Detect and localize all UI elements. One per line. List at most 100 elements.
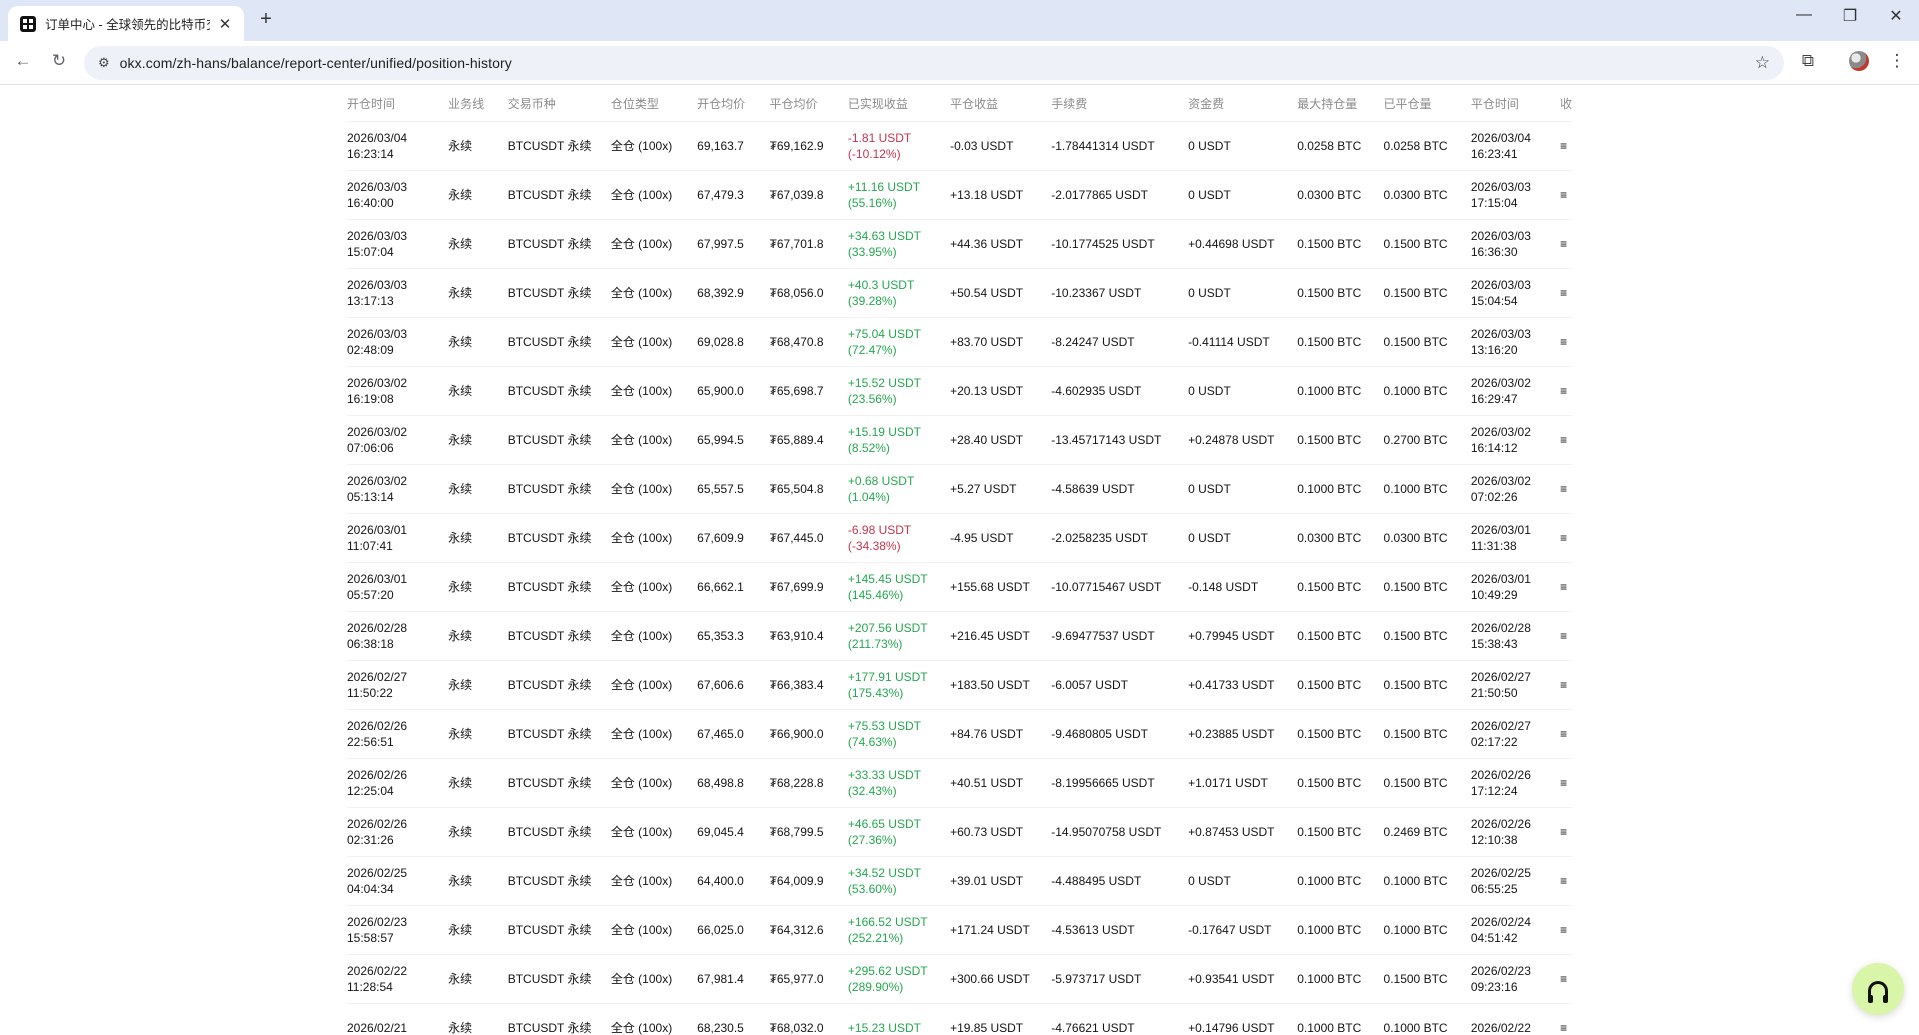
minimize-window-icon[interactable]: — xyxy=(1781,6,1827,24)
profile-avatar[interactable] xyxy=(1849,51,1869,71)
instrument-cell-text: BTCUSDT 永续 xyxy=(507,678,592,692)
fee-cell-text: -14.95070758 USDT xyxy=(1051,825,1162,839)
max-position-cell: 0.1500 BTC xyxy=(1297,236,1383,252)
tab-close-icon[interactable]: ✕ xyxy=(216,15,234,33)
close-time-cell: 2026/02/25 06:55:25 xyxy=(1471,865,1560,897)
close-pnl-cell-text: +28.40 USDT xyxy=(950,433,1024,447)
max-position-cell-text: 0.1500 BTC xyxy=(1297,727,1362,741)
close-pnl-cell-text: +83.70 USDT xyxy=(950,335,1024,349)
close-avg-price-cell: ₮68,470.8 xyxy=(770,334,848,350)
max-position-cell-text: 0.1000 BTC xyxy=(1297,923,1362,937)
close-time-cell: 2026/02/28 15:38:43 xyxy=(1471,620,1560,652)
new-tab-button[interactable]: + xyxy=(254,8,278,31)
fee-cell-text: -4.602935 USDT xyxy=(1051,384,1142,398)
funding-fee-cell: 0 USDT xyxy=(1188,138,1297,154)
close-pnl-cell: +84.76 USDT xyxy=(950,726,1051,742)
business-line-cell: 永续 xyxy=(448,530,508,546)
business-line-cell: 永续 xyxy=(448,873,508,889)
open-avg-price-cell: 65,557.5 xyxy=(697,481,769,497)
close-avg-price-cell: ₮66,383.4 xyxy=(770,677,848,693)
max-position-cell: 0.1500 BTC xyxy=(1297,285,1383,301)
business-line-cell: 永续 xyxy=(448,628,508,644)
fee-cell-text: -4.53613 USDT xyxy=(1051,923,1135,937)
max-position-cell-text: 0.1000 BTC xyxy=(1297,482,1362,496)
table-row[interactable]: 2026/02/22 11:28:54 永续 BTCUSDT 永续 全仓 (100x) 6… xyxy=(347,955,1572,1004)
margin-mode-cell: 全仓 (100x) xyxy=(611,530,697,546)
table-row[interactable]: 2026/03/01 11:07:41 永续 BTCUSDT 永续 全仓 (100x) 6… xyxy=(347,514,1572,563)
realized-pnl-cell: +166.52 USDT (252.21%) xyxy=(848,914,950,946)
business-line-cell: 永续 xyxy=(448,922,508,938)
browser-menu-icon[interactable]: ⋮ xyxy=(1885,51,1909,71)
close-time-cell-text: 2026/02/24 xyxy=(1470,915,1531,929)
realized-pnl-cell-text: (53.60%) xyxy=(847,882,897,896)
margin-mode-cell: 全仓 (100x) xyxy=(611,677,697,693)
back-arrow-icon[interactable]: ← xyxy=(11,51,35,71)
fee-cell-text: -6.0057 USDT xyxy=(1051,678,1128,692)
restore-window-icon[interactable]: ❐ xyxy=(1827,6,1873,26)
instrument-cell: BTCUSDT 永续 xyxy=(508,775,611,791)
funding-fee-cell-text: 0 USDT xyxy=(1188,482,1231,496)
extensions-icon[interactable]: ⧉ xyxy=(1796,51,1820,71)
table-row[interactable]: 2026/02/25 04:04:34 永续 BTCUSDT 永续 全仓 (100x) 6… xyxy=(347,857,1572,906)
business-line-cell-text: 永续 xyxy=(448,433,473,447)
reload-icon[interactable]: ↻ xyxy=(47,51,71,71)
business-line-cell-text: 永续 xyxy=(448,531,473,545)
close-time-cell-text: 2026/03/02 xyxy=(1470,376,1531,390)
table-row[interactable]: 2026/03/03 15:07:04 永续 BTCUSDT 永续 全仓 (100x) 6… xyxy=(347,220,1572,269)
table-row[interactable]: 2026/02/23 15:58:57 永续 BTCUSDT 永续 全仓 (100x) 6… xyxy=(347,906,1572,955)
table-row[interactable]: 2026/03/02 05:13:14 永续 BTCUSDT 永续 全仓 (100x) 6… xyxy=(347,465,1572,514)
realized-pnl-cell-text: (23.56%) xyxy=(847,392,897,406)
open-time-cell-text: 06:38:18 xyxy=(347,637,394,651)
browser-tab-strip: 订单中心 - 全球领先的比特币交易平台 ✕ + — ❐ ✕ xyxy=(0,0,1919,41)
column-header: 资金费 xyxy=(1188,97,1225,111)
funding-fee-cell-text: +0.41733 USDT xyxy=(1188,678,1275,692)
open-time-cell: 2026/02/27 11:50:22 xyxy=(347,669,448,701)
funding-fee-cell-text: +0.23885 USDT xyxy=(1188,727,1275,741)
table-row[interactable]: 2026/03/02 07:06:06 永续 BTCUSDT 永续 全仓 (100x) 6… xyxy=(347,416,1572,465)
table-row[interactable]: 2026/02/26 12:25:04 永续 BTCUSDT 永续 全仓 (100x) 6… xyxy=(347,759,1572,808)
max-position-cell-text: 0.1500 BTC xyxy=(1297,433,1362,447)
table-row[interactable]: 2026/02/26 02:31:26 永续 BTCUSDT 永续 全仓 (100x) 6… xyxy=(347,808,1572,857)
open-avg-price-cell: 69,045.4 xyxy=(697,824,769,840)
more-cell-text: ≡ xyxy=(1560,384,1568,398)
business-line-cell: 永续 xyxy=(448,236,508,252)
table-row[interactable]: 2026/02/28 06:38:18 永续 BTCUSDT 永续 全仓 (100x) 6… xyxy=(347,612,1572,661)
open-time-cell-text: 2026/02/26 xyxy=(347,719,408,733)
customer-support-button[interactable] xyxy=(1852,963,1904,1015)
close-avg-price-cell: ₮67,445.0 xyxy=(770,530,848,546)
close-window-icon[interactable]: ✕ xyxy=(1873,6,1919,26)
open-time-cell-text: 2026/02/26 xyxy=(347,768,408,782)
open-time-cell-text: 2026/03/02 xyxy=(347,425,408,439)
closed-amount-cell-text: 0.1500 BTC xyxy=(1383,678,1448,692)
browser-tab-active[interactable]: 订单中心 - 全球领先的比特币交易平台 ✕ xyxy=(8,6,244,41)
table-row[interactable]: 2026/02/27 11:50:22 永续 BTCUSDT 永续 全仓 (100x) 6… xyxy=(347,661,1572,710)
table-row[interactable]: 2026/02/21 永续 BTCUSDT 永续 全仓 (100x) 68,230.5 ₮… xyxy=(347,1004,1572,1035)
realized-pnl-cell-text: +75.04 USDT xyxy=(847,327,921,341)
table-row[interactable]: 2026/03/03 13:17:13 永续 BTCUSDT 永续 全仓 (100x) 6… xyxy=(347,269,1572,318)
open-avg-price-cell-text: 66,662.1 xyxy=(697,580,744,594)
table-row[interactable]: 2026/03/02 16:19:08 永续 BTCUSDT 永续 全仓 (100x) 6… xyxy=(347,367,1572,416)
more-cell-text: ≡ xyxy=(1560,139,1568,153)
close-avg-price-cell-text: ₮68,056.0 xyxy=(769,286,824,300)
realized-pnl-cell-text: +33.33 USDT xyxy=(847,768,921,782)
site-info-icon[interactable]: ⚙ xyxy=(98,55,110,71)
open-avg-price-cell-text: 68,498.8 xyxy=(697,776,744,790)
column-header: 平仓均价 xyxy=(769,97,818,111)
table-row[interactable]: 2026/02/26 22:56:51 永续 BTCUSDT 永续 全仓 (100x) 6… xyxy=(347,710,1572,759)
open-avg-price-cell-text: 67,609.9 xyxy=(697,531,744,545)
table-row[interactable]: 2026/03/04 16:23:14 永续 BTCUSDT 永续 全仓 (100x) 6… xyxy=(347,122,1572,171)
close-pnl-cell-text: +171.24 USDT xyxy=(950,923,1030,937)
table-row[interactable]: 2026/03/01 05:57:20 永续 BTCUSDT 永续 全仓 (100x) 6… xyxy=(347,563,1572,612)
closed-amount-cell-text: 0.1500 BTC xyxy=(1383,335,1448,349)
more-cell-text: ≡ xyxy=(1560,433,1568,447)
bookmark-star-icon[interactable]: ☆ xyxy=(1755,53,1770,73)
url-text[interactable]: okx.com/zh-hans/balance/report-center/un… xyxy=(120,55,512,71)
open-time-cell-text: 2026/03/03 xyxy=(347,278,408,292)
more-cell: ≡ xyxy=(1560,775,1572,791)
more-cell-text: ≡ xyxy=(1560,286,1568,300)
address-bar[interactable]: ⚙ okx.com/zh-hans/balance/report-center/… xyxy=(84,46,1784,80)
closed-amount-cell: 0.1500 BTC xyxy=(1384,334,1471,350)
table-row[interactable]: 2026/03/03 16:40:00 永续 BTCUSDT 永续 全仓 (100x) 6… xyxy=(347,171,1572,220)
max-position-cell: 0.0258 BTC xyxy=(1297,138,1383,154)
table-row[interactable]: 2026/03/03 02:48:09 永续 BTCUSDT 永续 全仓 (100x) 6… xyxy=(347,318,1572,367)
